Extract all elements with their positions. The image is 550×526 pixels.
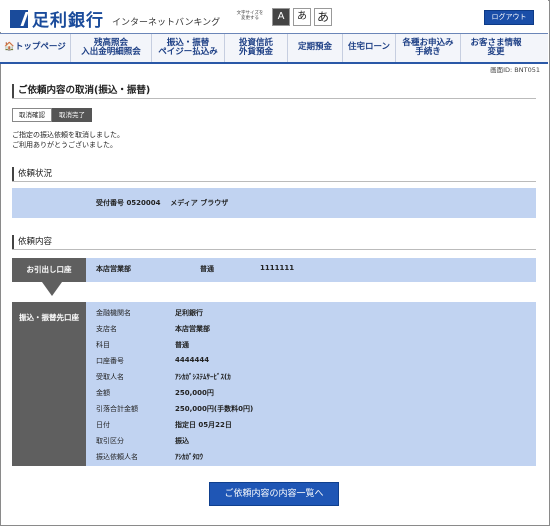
bank-logo-icon — [10, 9, 28, 28]
nav-customer-info[interactable]: お客さま情報 変更 — [461, 34, 531, 62]
nav-transfer[interactable]: 振込・振替 ペイジー払込み — [152, 34, 225, 62]
nav-applications[interactable]: 各種お申込み 手続き — [396, 34, 461, 62]
destination-box — [12, 302, 536, 466]
detail-section-title: 依頼内容 — [12, 235, 542, 249]
main-nav: 🏠トップページ 残高照会 入出金明細照会 振込・振替 ペイジー払込み 投資信託 … — [0, 33, 548, 64]
media-label: メディア — [170, 199, 198, 207]
status-info: 受付番号 0520004 メディア ブラウザ — [96, 198, 228, 208]
title-underline — [12, 98, 536, 99]
screen-id: 画面ID: BNT051 — [490, 66, 540, 74]
message-line-2: ご利用ありがとうございました。 — [12, 141, 117, 149]
nav-investment[interactable]: 投資信託 外貨預金 — [225, 34, 288, 62]
status-box: 受付番号 0520004 メディア ブラウザ — [12, 188, 536, 218]
request-list-button[interactable]: ご依頼内容の内容一覧へ — [209, 482, 339, 506]
source-account-row: 本店営業部 普通 1111111 — [12, 258, 536, 282]
media-value: ブラウザ — [200, 199, 229, 207]
nav-housing-loan[interactable]: 住宅ローン — [343, 34, 396, 62]
nav-balance-inquiry[interactable]: 残高照会 入出金明細照会 — [71, 34, 152, 62]
brand-name: 足利銀行 — [32, 11, 104, 31]
completion-message: ご指定の振込依頼を取消しました。 ご利用ありがとうございました。 — [12, 130, 124, 150]
step-complete: 取消完了 — [52, 108, 92, 122]
nav-time-deposit[interactable]: 定期預金 — [288, 34, 343, 62]
fontsize-large-button[interactable]: あ — [314, 8, 332, 26]
down-arrow-icon — [42, 282, 62, 296]
detail-section-rule — [12, 249, 536, 250]
destination-account-label: 振込・振替先口座 — [12, 302, 86, 466]
source-account-label: お引出し口座 — [12, 258, 86, 282]
source-number: 1111111 — [260, 264, 295, 272]
source-type: 普通 — [200, 265, 214, 273]
logout-button[interactable]: ログアウト — [484, 10, 534, 25]
receipt-label: 受付番号 — [96, 199, 124, 207]
fontsize-small-button[interactable]: A — [272, 8, 290, 26]
fontsize-medium-button[interactable]: あ — [293, 8, 311, 26]
step-confirm: 取消確認 — [12, 108, 52, 122]
status-section-title: 依頼状況 — [12, 167, 542, 181]
status-section-rule — [12, 181, 536, 182]
brand-subtitle: インターネットバンキング — [112, 18, 221, 28]
message-line-1: ご指定の振込依頼を取消しました。 — [12, 131, 124, 139]
source-branch: 本店営業部 — [96, 265, 131, 273]
receipt-number: 0520004 — [126, 199, 161, 207]
page-title: ご依頼内容の取消(振込・振替) — [12, 84, 542, 98]
header: 足利銀行 インターネットバンキング 文字サイズを変更する A あ あ ログアウト — [0, 0, 548, 32]
progress-steps: 取消確認 取消完了 — [12, 108, 92, 122]
nav-top-page[interactable]: 🏠トップページ — [0, 34, 71, 62]
fontsize-label: 文字サイズを変更する — [236, 11, 264, 21]
logo: 足利銀行 インターネットバンキング — [10, 6, 220, 31]
